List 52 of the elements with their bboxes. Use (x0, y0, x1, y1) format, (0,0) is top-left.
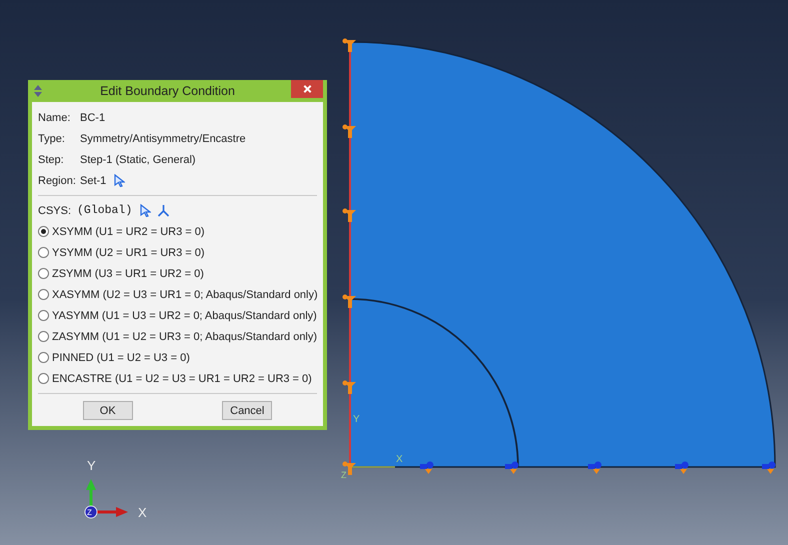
field-label: Name: (38, 112, 72, 124)
constraint-icon (342, 208, 356, 222)
constraint-icon (675, 462, 688, 474)
radio-button[interactable] (38, 310, 49, 321)
radio-label[interactable]: YSYMM (U2 = UR1 = UR3 = 0) (52, 246, 205, 258)
pointer-icon[interactable] (140, 204, 152, 217)
constraint-icon (505, 462, 518, 474)
csys-label: CSYS: (38, 204, 72, 216)
field-label: Step: (38, 154, 65, 166)
constraint-icon (420, 462, 434, 474)
radio-button[interactable] (38, 373, 49, 384)
dialog-button[interactable]: OK (82, 401, 133, 420)
radio-button[interactable] (38, 247, 49, 258)
constraint-icon (342, 124, 356, 138)
radio-label[interactable]: XSYMM (U1 = UR2 = UR3 = 0) (52, 226, 205, 238)
field-label: Region: (38, 174, 77, 186)
radio-button[interactable] (38, 289, 49, 300)
field-value: Symmetry/Antisymmetry/Encastre (80, 132, 246, 144)
axis-label: Y (87, 458, 96, 473)
axis-triad-drawing (84, 479, 128, 518)
dialog-button[interactable]: Cancel (222, 401, 272, 420)
field-value: Step-1 (Static, General) (80, 154, 196, 166)
constraint-icon (342, 380, 356, 394)
constraint-icon (342, 38, 356, 52)
axis-system-icon[interactable] (157, 204, 170, 217)
radio-label[interactable]: ZSYMM (U3 = UR1 = UR2 = 0) (52, 268, 204, 280)
radio-button[interactable] (38, 268, 49, 279)
dialog-title: Edit Boundary Condition (99, 84, 236, 98)
axis-line (350, 466, 395, 468)
radio-label[interactable]: PINNED (U1 = U2 = U3 = 0) (52, 352, 190, 364)
radio-label[interactable]: XASYMM (U2 = U3 = UR1 = 0; Abaqus/Standard only) (52, 288, 318, 300)
field-label: Type: (38, 132, 66, 144)
radio-label[interactable]: YASYMM (U1 = U3 = UR2 = 0; Abaqus/Standard only) (52, 310, 317, 322)
radio-button[interactable] (38, 352, 49, 363)
radio-label[interactable]: ENCASTRE (U1 = U2 = U3 = UR1 = UR2 = UR3 = 0) (52, 372, 312, 384)
axis-label: X (396, 454, 403, 465)
csys-value: (Global) (77, 204, 132, 217)
close-button[interactable] (291, 80, 323, 98)
axis-label: Y (353, 414, 360, 425)
constraint-icon (342, 294, 356, 308)
constraint-icon (588, 462, 602, 474)
axis-label: X (138, 505, 147, 520)
field-value: Set-1 (80, 174, 106, 186)
radio-label[interactable]: ZASYMM (U1 = U2 = UR3 = 0; Abaqus/Standard only) (52, 330, 318, 342)
constraint-icon (762, 462, 776, 474)
radio-button[interactable] (38, 226, 49, 237)
radio-button[interactable] (38, 331, 49, 342)
pointer-icon[interactable] (114, 174, 126, 187)
axis-label: Z (87, 508, 92, 517)
axis-label: Z (341, 470, 346, 480)
app-icon (32, 85, 44, 97)
field-value: BC-1 (80, 112, 106, 124)
